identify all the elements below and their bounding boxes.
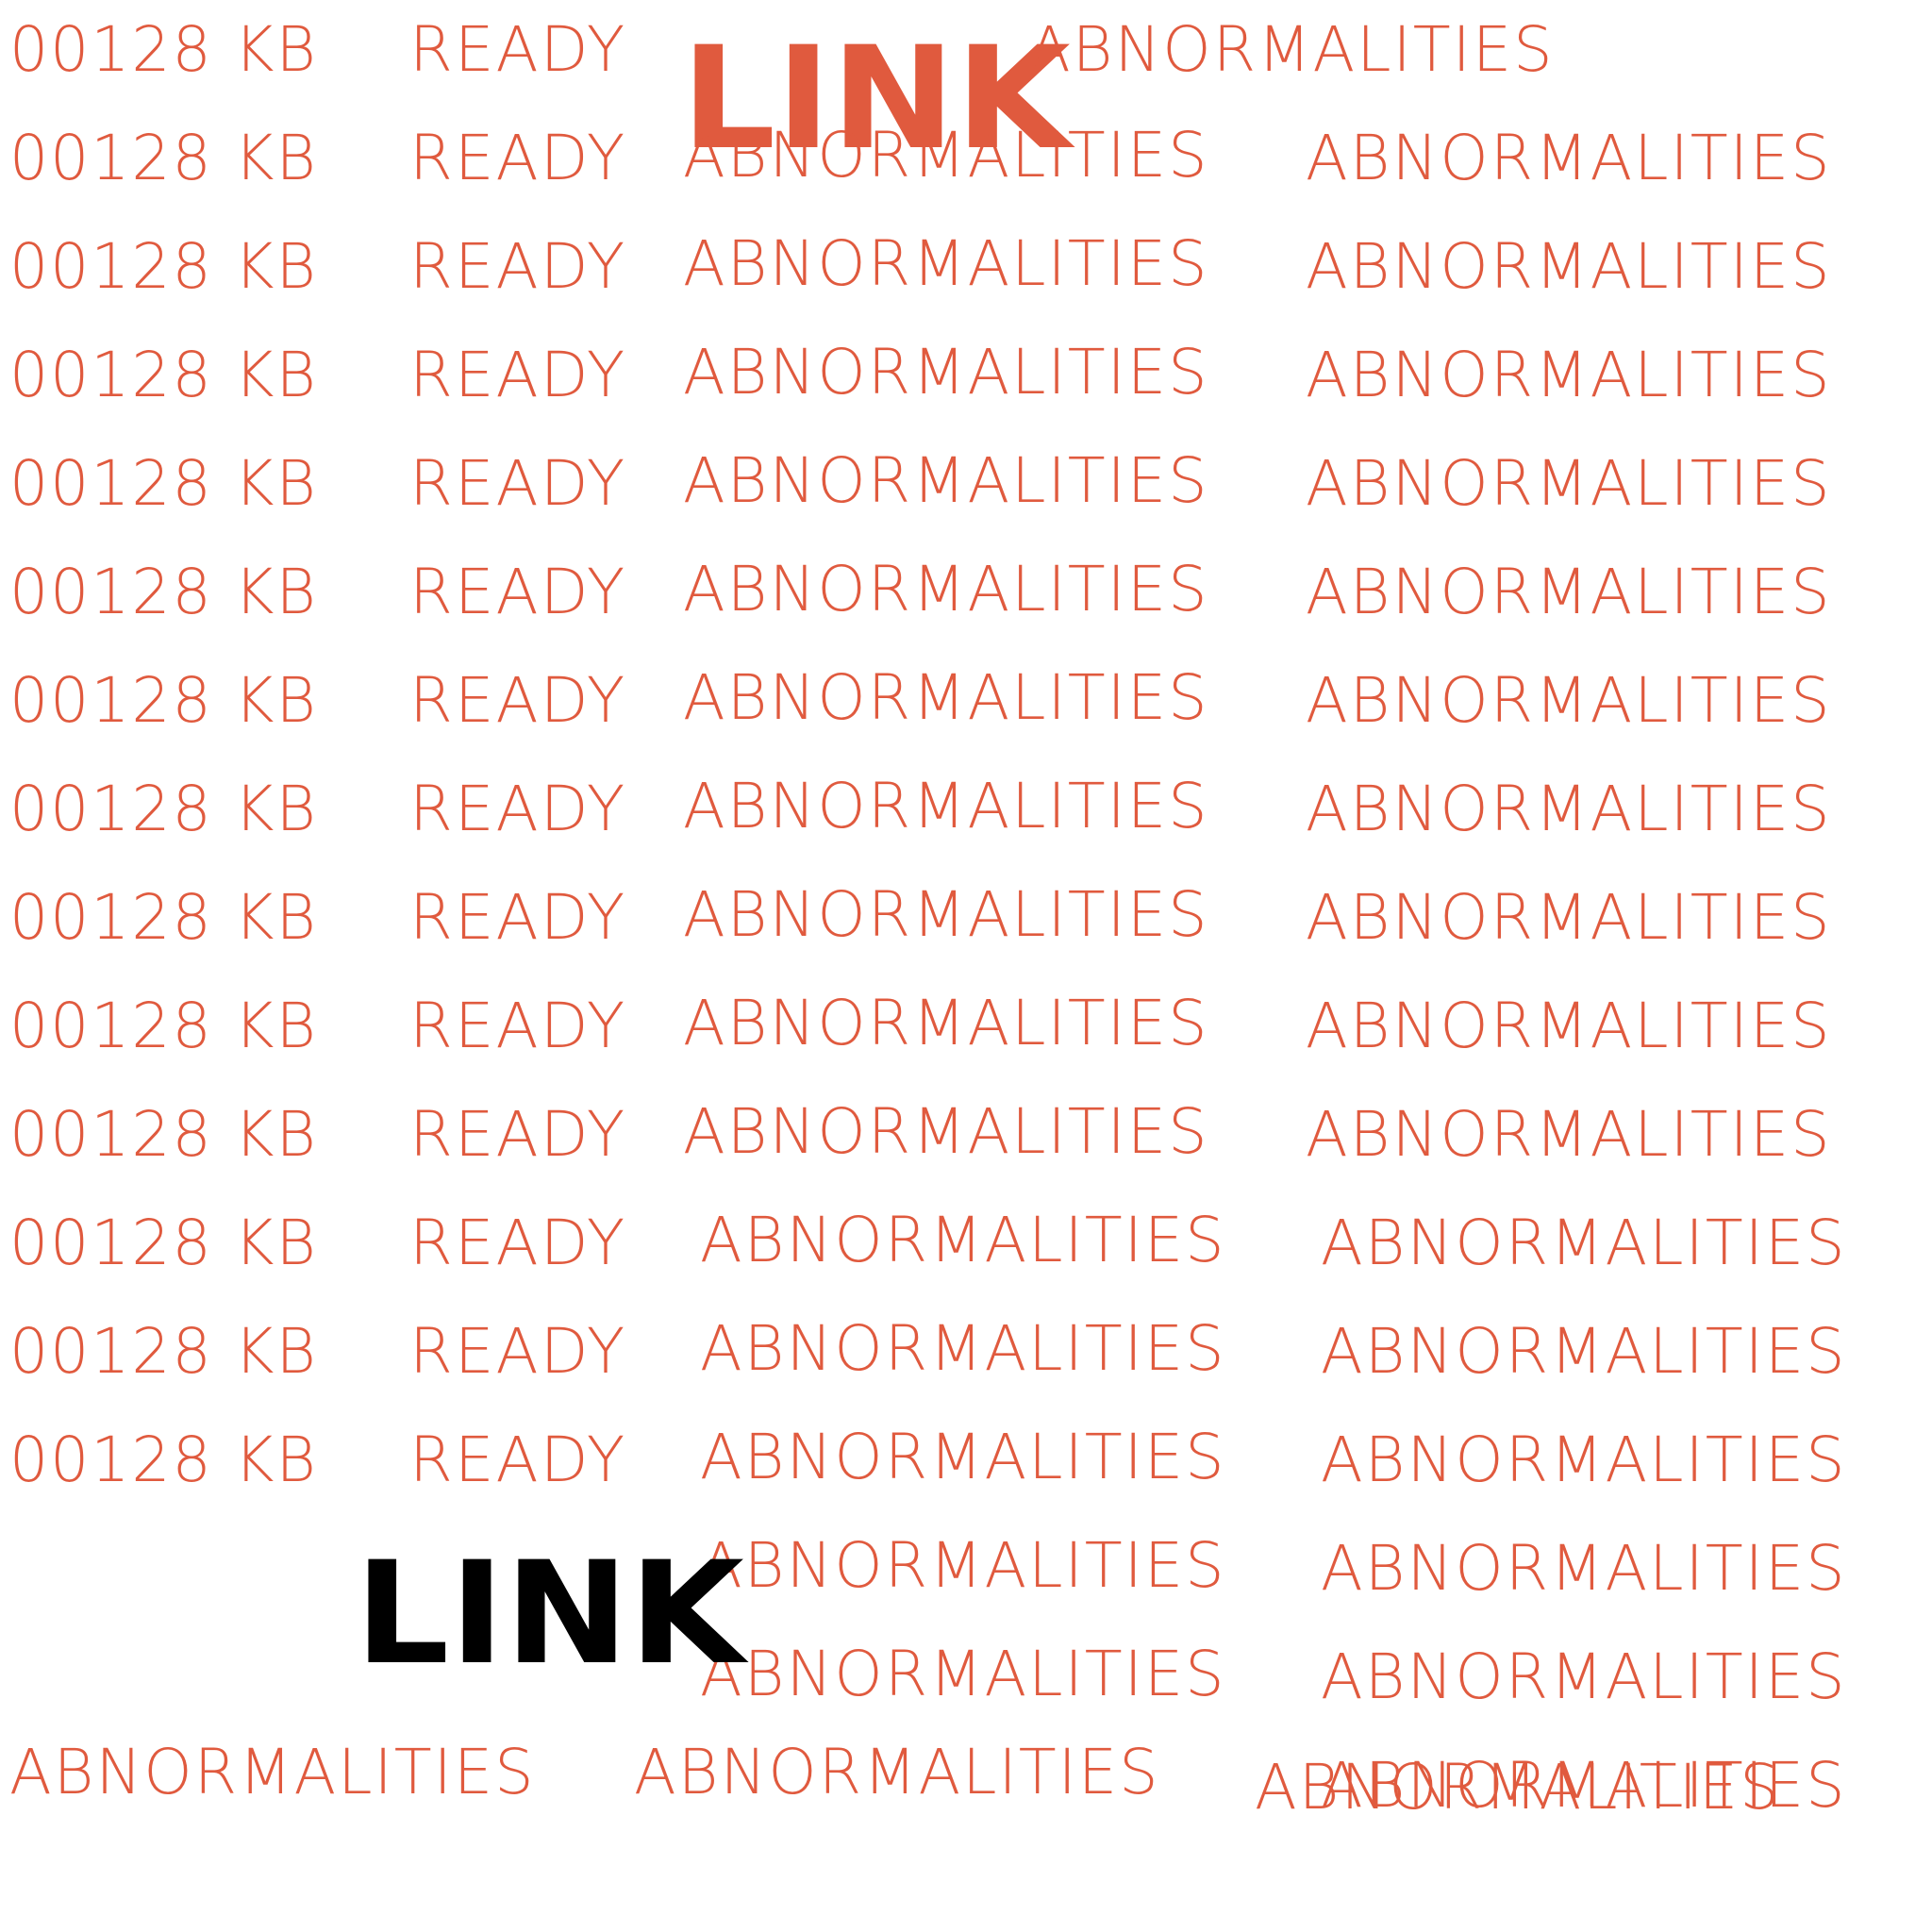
abnormalities-label: ABNORMALITIES <box>700 1204 1226 1276</box>
ready-label: READY <box>409 1098 627 1171</box>
abnormalities-label: ABNORMALITIES <box>683 227 1209 300</box>
kb-label: 00128 KB <box>9 990 318 1062</box>
poster-canvas: 00128 KB READY 00128 KB READY 00128 KB READY 0… <box>0 0 1932 1932</box>
ready-label: READY <box>409 1424 627 1496</box>
kb-label: 00128 KB <box>9 447 318 520</box>
abnormalities-label: ABNORMALITIES <box>683 878 1209 951</box>
abnormalities-label: ABNORMALITIES <box>683 444 1209 517</box>
kb-label: 00128 KB <box>9 1424 318 1496</box>
ready-label: READY <box>409 230 627 303</box>
ready-label: READY <box>409 13 627 86</box>
abnormalities-label: ABNORMALITIES <box>1321 1424 1847 1496</box>
abnormalities-label: ABNORMALITIES <box>1321 1641 1847 1713</box>
abnormalities-label: ABNORMALITIES <box>683 987 1209 1059</box>
abnormalities-label: ABNORMALITIES <box>1306 339 1832 411</box>
ready-label: READY <box>409 990 627 1062</box>
ready-label: READY <box>409 556 627 628</box>
abnormalities-label: ABNORMALITIES <box>1255 1751 1781 1824</box>
kb-label: 00128 KB <box>9 1098 318 1171</box>
abnormalities-label: ABNORMALITIES <box>1306 556 1832 628</box>
ready-label: READY <box>409 881 627 954</box>
abnormalities-label: ABNORMALITIES <box>683 1095 1209 1168</box>
kb-label: 00128 KB <box>9 13 318 86</box>
abnormalities-label: ABNORMALITIES <box>9 1736 536 1808</box>
kb-label: 00128 KB <box>9 230 318 303</box>
abnormalities-label: ABNORMALITIES <box>1306 230 1832 303</box>
ready-label: READY <box>409 773 627 845</box>
abnormalities-label: ABNORMALITIES <box>700 1312 1226 1385</box>
ready-label: READY <box>409 664 627 737</box>
ready-label: READY <box>409 1315 627 1388</box>
abnormalities-label: ABNORMALITIES <box>634 1736 1160 1808</box>
kb-label: 00128 KB <box>9 881 318 954</box>
kb-label: 00128 KB <box>9 339 318 411</box>
abnormalities-label: ABNORMALITIES <box>1306 447 1832 520</box>
abnormalities-label: ABNORMALITIES <box>1321 1532 1847 1605</box>
kb-label: 00128 KB <box>9 1207 318 1279</box>
abnormalities-label: ABNORMALITIES <box>700 1529 1226 1602</box>
abnormalities-label: ABNORMALITIES <box>700 1638 1226 1710</box>
link-subtitle: LINK <box>355 1532 744 1696</box>
abnormalities-label: ABNORMALITIES <box>683 336 1209 408</box>
kb-label: 00128 KB <box>9 664 318 737</box>
abnormalities-label: ABNORMALITIES <box>1306 122 1832 194</box>
abnormalities-label: ABNORMALITIES <box>1306 1098 1832 1171</box>
ready-label: READY <box>409 1207 627 1279</box>
ready-label: READY <box>409 339 627 411</box>
abnormalities-label: ABNORMALITIES <box>1028 13 1555 86</box>
kb-label: 00128 KB <box>9 122 318 194</box>
ready-label: READY <box>409 122 627 194</box>
abnormalities-label: ABNORMALITIES <box>683 553 1209 625</box>
abnormalities-label: ABNORMALITIES <box>1306 990 1832 1062</box>
abnormalities-label: ABNORMALITIES <box>1306 664 1832 737</box>
abnormalities-label: ABNORMALITIES <box>683 661 1209 734</box>
abnormalities-label: ABNORMALITIES <box>1306 773 1832 845</box>
abnormalities-label: ABNORMALITIES <box>1306 881 1832 954</box>
kb-label: 00128 KB <box>9 773 318 845</box>
abnormalities-label: ABNORMALITIES <box>683 119 1209 192</box>
ready-label: READY <box>409 447 627 520</box>
abnormalities-label: ABNORMALITIES <box>683 770 1209 842</box>
abnormalities-label: ABNORMALITIES <box>1321 1207 1847 1279</box>
kb-label: 00128 KB <box>9 556 318 628</box>
kb-label: 00128 KB <box>9 1315 318 1388</box>
abnormalities-label: ABNORMALITIES <box>1321 1315 1847 1388</box>
abnormalities-label: ABNORMALITIES <box>700 1421 1226 1493</box>
